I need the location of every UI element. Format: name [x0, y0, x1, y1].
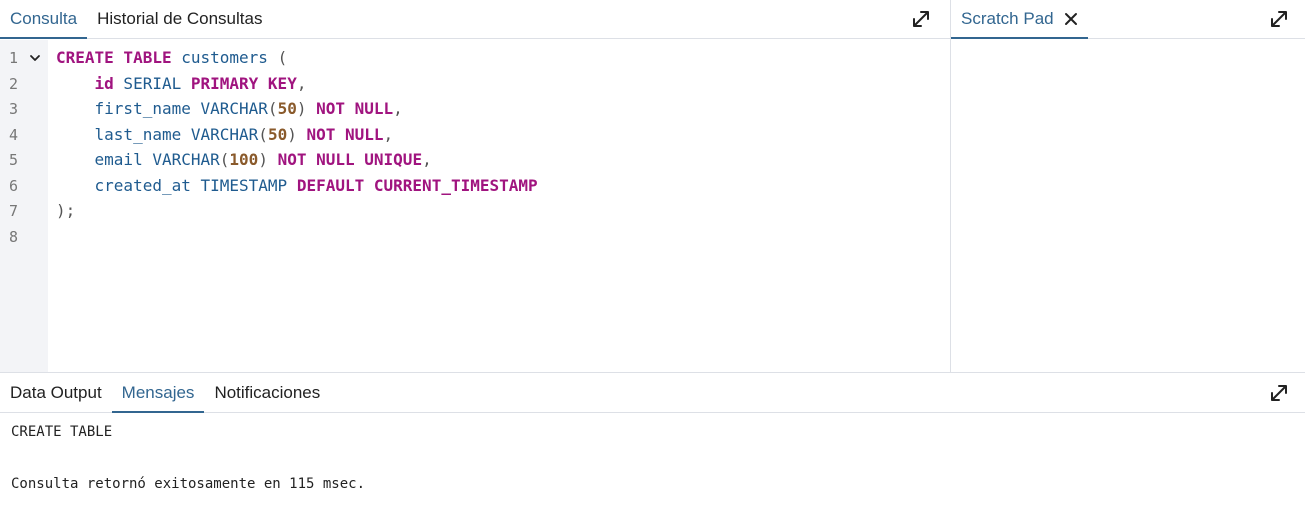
code-token: id	[94, 74, 114, 93]
code-token: ,	[383, 125, 394, 144]
tab-notificaciones[interactable]: Notificaciones	[204, 373, 330, 412]
code-token: CREATE TABLE	[56, 48, 172, 67]
code-token: 50	[277, 99, 297, 118]
code-token: )	[287, 125, 307, 144]
code-line: id SERIAL PRIMARY KEY,	[56, 74, 307, 93]
expand-icon[interactable]	[1269, 383, 1289, 403]
code-token: )	[296, 99, 317, 118]
message-line: Consulta retornó exitosamente en 115 mse…	[11, 476, 366, 492]
code-token: );	[56, 201, 76, 220]
code-token: customers	[171, 48, 278, 67]
close-icon[interactable]	[1064, 12, 1078, 26]
tab-data-output[interactable]: Data Output	[0, 373, 112, 412]
code-token: ,	[296, 74, 307, 93]
messages-output: CREATE TABLE Consulta retornó exitosamen…	[0, 413, 1305, 515]
code-line: created_at TIMESTAMP DEFAULT CURRENT_TIM…	[56, 176, 538, 195]
output-tab-bar: Data Output Mensajes Notificaciones	[0, 373, 1305, 413]
code-token: NOT NULL	[316, 99, 394, 118]
code-token: NOT NULL UNIQUE	[277, 150, 423, 169]
code-token: ,	[393, 99, 403, 118]
tab-historial-de-consultas[interactable]: Historial de Consultas	[87, 0, 272, 38]
chevron-down-icon[interactable]	[29, 52, 41, 67]
code-line: CREATE TABLE customers (	[56, 48, 287, 67]
code-token: first_name VARCHAR	[56, 99, 268, 118]
expand-icon[interactable]	[1269, 9, 1289, 29]
expand-icon[interactable]	[911, 9, 931, 29]
code-token: (	[277, 48, 288, 67]
scratch-pad-textarea[interactable]	[951, 40, 1305, 372]
line-number: 5	[9, 151, 19, 169]
scratch-pad-label: Scratch Pad	[961, 9, 1054, 28]
code-token: DEFAULT CURRENT_TIMESTAMP	[296, 176, 538, 195]
query-tab-bar: Consulta Historial de Consultas	[0, 0, 950, 39]
line-number: 8	[9, 228, 19, 246]
line-number: 6	[9, 177, 19, 195]
line-number: 4	[9, 126, 19, 144]
code-token: NOT NULL	[306, 125, 384, 144]
tab-consulta[interactable]: Consulta	[0, 0, 88, 39]
code-token: PRIMARY KEY	[190, 74, 297, 93]
message-line: CREATE TABLE	[11, 424, 113, 440]
tab-scratch-pad[interactable]: Scratch Pad	[951, 0, 1088, 39]
code-token: ,	[422, 150, 432, 169]
code-line: last_name VARCHAR(50) NOT NULL,	[56, 125, 394, 144]
code-token: 100	[229, 150, 259, 169]
code-line: );	[56, 201, 75, 220]
code-line: email VARCHAR(100) NOT NULL UNIQUE,	[56, 150, 432, 169]
line-number: 3	[9, 100, 19, 118]
code-token: 50	[267, 125, 288, 144]
code-token: SERIAL	[113, 74, 191, 93]
sql-editor[interactable]: 1 2 3 4 5 6 7 8 CREATE TABLE customers (…	[0, 40, 950, 372]
line-number: 7	[9, 202, 19, 220]
code-token: )	[258, 150, 278, 169]
scratch-tab-bar: Scratch Pad	[951, 0, 1305, 39]
line-number: 2	[9, 75, 19, 93]
code-token: (	[219, 150, 230, 169]
code-token: created_at TIMESTAMP	[56, 176, 297, 195]
code-token: last_name VARCHAR	[56, 125, 259, 144]
code-token: (	[258, 125, 268, 144]
line-number: 1	[9, 49, 19, 67]
code-token: (	[267, 99, 278, 118]
line-number-gutter: 1 2 3 4 5 6 7 8	[0, 40, 48, 372]
code-token: email VARCHAR	[56, 150, 220, 169]
tab-mensajes[interactable]: Mensajes	[111, 373, 205, 413]
code-line: first_name VARCHAR(50) NOT NULL,	[56, 99, 403, 118]
